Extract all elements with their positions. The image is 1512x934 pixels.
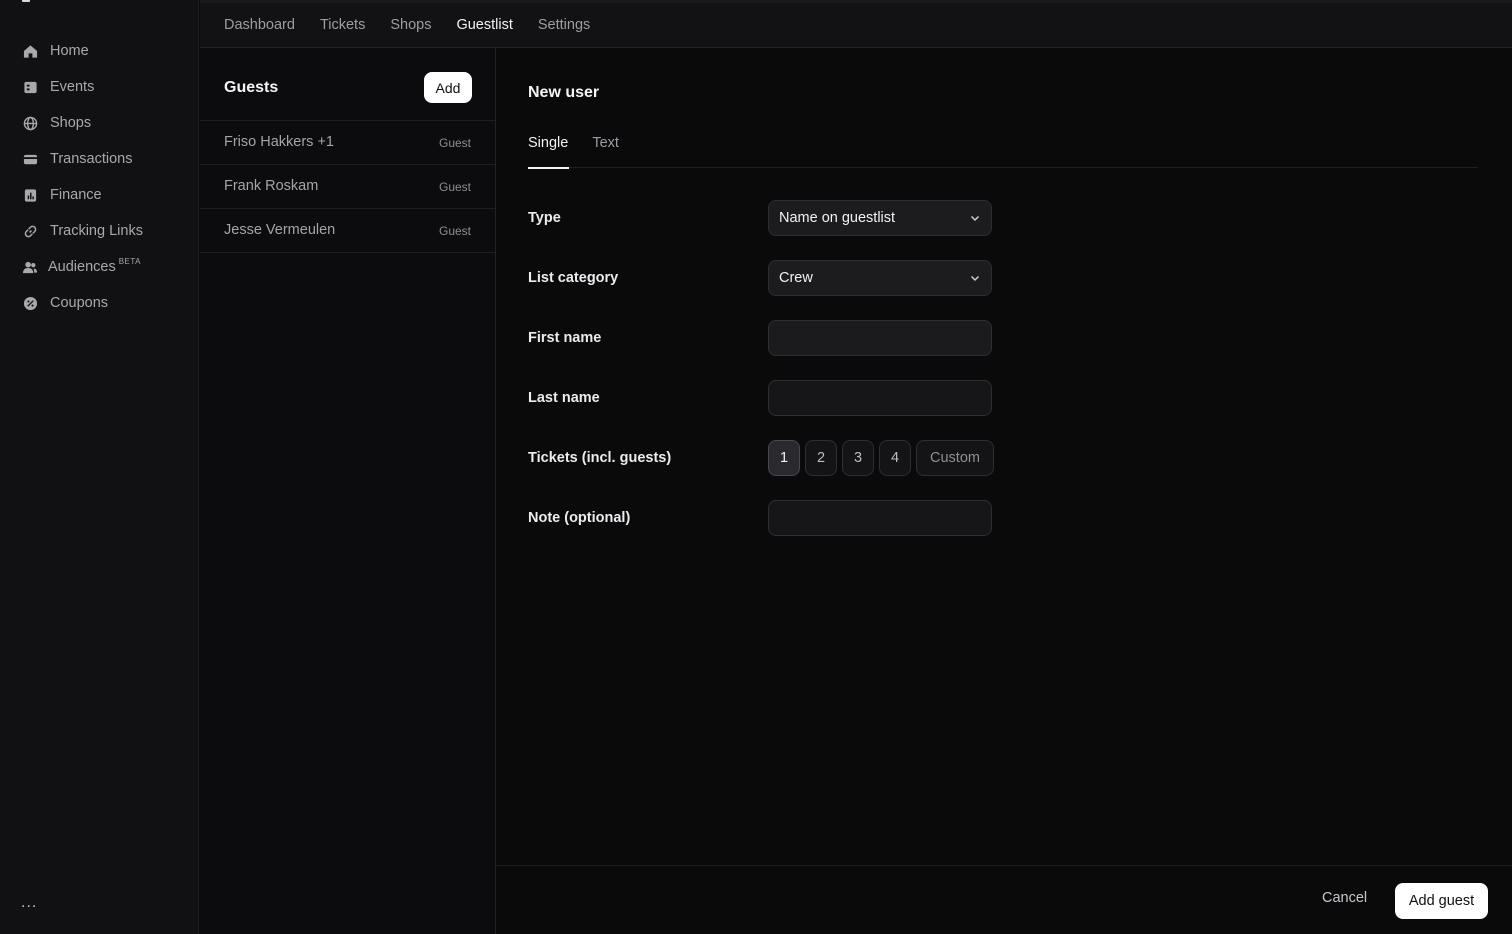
- tickets-selector: 1 2 3 4 Custom: [768, 440, 994, 476]
- form-title: New user: [528, 84, 600, 101]
- more-options-icon[interactable]: ...: [21, 894, 37, 912]
- credit-card-icon: [22, 151, 38, 167]
- tab-shops[interactable]: Shops: [390, 3, 431, 48]
- sidebar-item-label: Audiences: [48, 259, 116, 275]
- tab-dashboard[interactable]: Dashboard: [224, 3, 295, 48]
- first-name-label: First name: [528, 330, 602, 346]
- guest-row[interactable]: Jesse Vermeulen Guest: [200, 209, 495, 253]
- tickets-option-3[interactable]: 3: [842, 440, 874, 476]
- last-name-label: Last name: [528, 390, 600, 406]
- new-user-form: New user Single Text Type Name on guestl…: [496, 48, 1512, 934]
- guest-name: Jesse Vermeulen: [224, 222, 336, 238]
- note-label: Note (optional): [528, 510, 631, 526]
- sidebar-item-label: Shops: [50, 115, 92, 131]
- list-category-label: List category: [528, 270, 619, 286]
- tickets-label: Tickets (incl. guests): [528, 450, 672, 466]
- form-tabs: Single Text: [528, 135, 1478, 169]
- add-guest-button[interactable]: Add guest: [1395, 883, 1488, 919]
- sidebar-nav: Home Events Shops Transactions Finance T…: [0, 33, 199, 321]
- globe-icon: [22, 115, 38, 131]
- app-root: Home Events Shops Transactions Finance T…: [0, 0, 1512, 934]
- chevron-down-icon: [970, 275, 980, 282]
- sidebar-item-label: Events: [50, 79, 95, 95]
- first-name-field-wrapper: [768, 320, 992, 356]
- finance-icon: [22, 187, 38, 203]
- events-icon: [22, 79, 38, 95]
- tab-guestlist[interactable]: Guestlist: [456, 3, 514, 49]
- guest-row[interactable]: Frank Roskam Guest: [200, 165, 495, 209]
- sidebar-item-finance[interactable]: Finance: [0, 177, 199, 213]
- tab-single[interactable]: Single: [528, 135, 570, 169]
- guest-name: Friso Hakkers +1: [224, 134, 334, 150]
- last-name-field[interactable]: [769, 381, 991, 415]
- guests-panel: Guests Add Friso Hakkers +1 Guest Frank …: [200, 48, 496, 934]
- users-icon: [22, 259, 38, 275]
- guest-type-badge: Guest: [438, 224, 471, 238]
- sidebar-item-transactions[interactable]: Transactions: [0, 141, 199, 177]
- tickets-option-4[interactable]: 4: [879, 440, 911, 476]
- tickets-custom-option[interactable]: Custom: [916, 440, 994, 476]
- form-footer: Cancel Add guest: [496, 865, 1512, 934]
- top-nav: Dashboard Tickets Shops Guestlist Settin…: [200, 0, 1512, 49]
- type-select[interactable]: Name on guestlist: [768, 200, 992, 236]
- sidebar-item-label: Finance: [50, 187, 102, 203]
- cancel-button[interactable]: Cancel: [1322, 890, 1367, 906]
- coupon-icon: [22, 295, 38, 311]
- guest-type-badge: Guest: [438, 136, 471, 150]
- sidebar-item-label: Home: [50, 43, 89, 59]
- guest-name: Frank Roskam: [224, 178, 319, 194]
- chevron-down-icon: [970, 215, 980, 222]
- tab-text[interactable]: Text: [592, 135, 619, 168]
- guest-type-badge: Guest: [438, 180, 471, 194]
- type-select-value: Name on guestlist: [779, 210, 896, 226]
- sidebar-item-tracking-links[interactable]: Tracking Links: [0, 213, 199, 249]
- tickets-option-2[interactable]: 2: [805, 440, 837, 476]
- sidebar-item-events[interactable]: Events: [0, 69, 199, 105]
- list-category-value: Crew: [779, 270, 813, 286]
- beta-badge: BETA: [118, 256, 142, 266]
- type-label: Type: [528, 210, 561, 226]
- tab-tickets[interactable]: Tickets: [320, 3, 365, 48]
- guests-title: Guests: [224, 79, 279, 96]
- sidebar: Home Events Shops Transactions Finance T…: [0, 0, 199, 934]
- sidebar-item-label: Tracking Links: [50, 223, 143, 239]
- guests-header: Guests Add: [200, 48, 495, 121]
- add-guest-list-button[interactable]: Add: [424, 72, 472, 103]
- tickets-option-1[interactable]: 1: [768, 440, 800, 476]
- last-name-field-wrapper: [768, 380, 992, 416]
- sidebar-item-audiences[interactable]: Audiences BETA: [0, 249, 199, 285]
- sidebar-item-home[interactable]: Home: [0, 33, 199, 69]
- sidebar-item-shops[interactable]: Shops: [0, 105, 199, 141]
- sidebar-item-coupons[interactable]: Coupons: [0, 285, 199, 321]
- guest-row[interactable]: Friso Hakkers +1 Guest: [200, 121, 495, 165]
- note-field[interactable]: [769, 501, 991, 535]
- first-name-field[interactable]: [769, 321, 991, 355]
- sidebar-item-label: Coupons: [50, 295, 109, 311]
- logo-mark: [22, 0, 30, 2]
- sidebar-item-label: Transactions: [50, 151, 133, 167]
- note-field-wrapper: [768, 500, 992, 536]
- list-category-select[interactable]: Crew: [768, 260, 992, 296]
- link-icon: [22, 223, 38, 239]
- tab-settings[interactable]: Settings: [538, 3, 590, 48]
- home-icon: [22, 43, 38, 59]
